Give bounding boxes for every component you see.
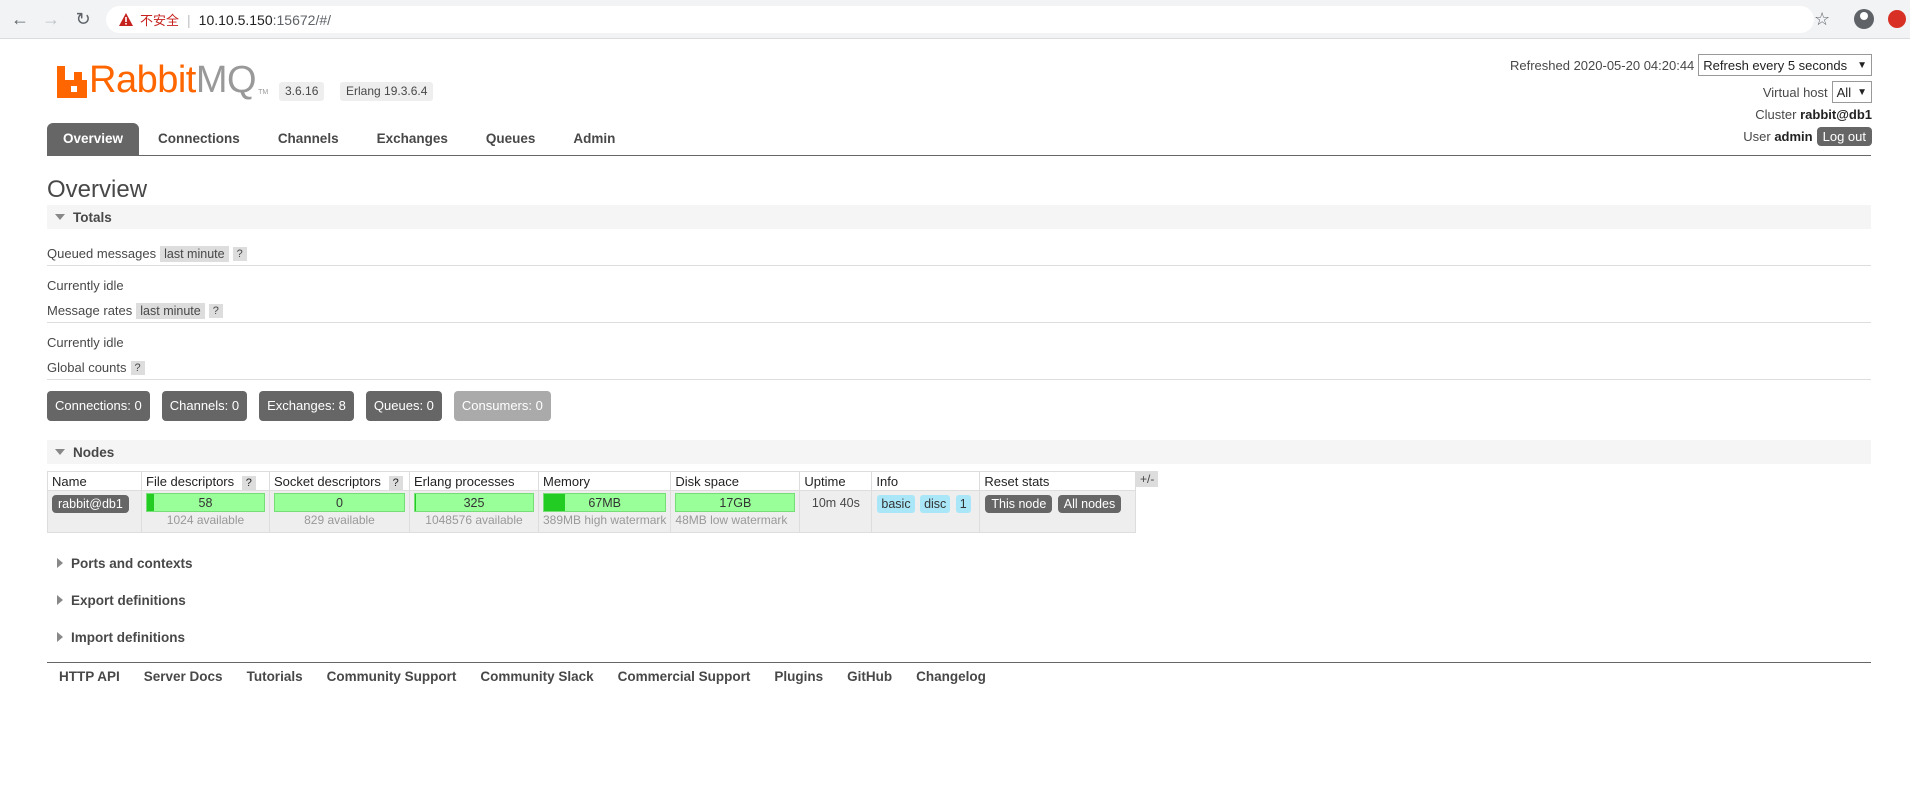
- back-arrow-icon[interactable]: ←: [9, 8, 31, 30]
- connections-count[interactable]: Connections: 0: [47, 391, 150, 421]
- cluster-name: rabbit@db1: [1800, 106, 1872, 122]
- col-socket-descriptors[interactable]: Socket descriptors ?: [269, 471, 410, 491]
- col-uptime[interactable]: Uptime: [799, 471, 873, 491]
- col-name[interactable]: Name: [47, 471, 142, 491]
- bookmark-star-icon[interactable]: ☆: [1814, 9, 1830, 30]
- message-rates-header: Message rates last minute ?: [47, 302, 1871, 323]
- memory-usage-bar: 67MB: [543, 493, 667, 512]
- version-badge: 3.6.16: [279, 82, 325, 101]
- help-button[interactable]: ?: [130, 360, 145, 375]
- rabbitmq-mark-icon: [57, 66, 87, 98]
- nodes-section-toggle[interactable]: Nodes: [47, 440, 1871, 464]
- col-memory[interactable]: Memory: [537, 471, 672, 491]
- virtual-host-select[interactable]: All ▼: [1831, 81, 1872, 103]
- disk-usage-bar: 17GB: [675, 493, 796, 512]
- forward-arrow-icon[interactable]: →: [40, 8, 62, 30]
- table-row: rabbit@db1 58 1024 available 0 829 avail…: [47, 490, 1137, 533]
- url-path: :15672/#/: [272, 11, 332, 28]
- queues-count[interactable]: Queues: 0: [365, 391, 442, 421]
- uptime-value: 10m 40s: [811, 496, 860, 510]
- footer-link-tutorials[interactable]: Tutorials: [235, 669, 315, 684]
- info-tag-disc[interactable]: disc: [920, 495, 951, 513]
- queued-status: Currently idle: [47, 277, 124, 293]
- col-file-descriptors[interactable]: File descriptors ?: [141, 471, 270, 491]
- footer-link-changelog[interactable]: Changelog: [904, 669, 998, 684]
- footer-links: HTTP API Server Docs Tutorials Community…: [47, 662, 1871, 684]
- footer-link-community-support[interactable]: Community Support: [315, 669, 469, 684]
- queued-messages-header: Queued messages last minute ?: [47, 245, 1871, 266]
- totals-section-toggle[interactable]: Totals: [47, 205, 1871, 229]
- tab-exchanges[interactable]: Exchanges: [358, 123, 467, 155]
- fd-usage-bar: 58: [146, 493, 265, 512]
- help-button[interactable]: ?: [208, 303, 223, 318]
- footer-link-server-docs[interactable]: Server Docs: [132, 669, 235, 684]
- warning-icon: [119, 12, 133, 26]
- node-name-link[interactable]: rabbit@db1: [52, 495, 129, 513]
- footer-link-http-api[interactable]: HTTP API: [47, 669, 132, 684]
- consumers-count[interactable]: Consumers: 0: [453, 391, 551, 421]
- help-button[interactable]: ?: [232, 246, 247, 261]
- extension-icon[interactable]: [1888, 10, 1906, 28]
- refresh-interval-select[interactable]: Refresh every 5 seconds ▼: [1698, 54, 1872, 76]
- reset-all-nodes-button[interactable]: All nodes: [1057, 495, 1122, 513]
- erlang-version-badge: Erlang 19.3.6.4: [340, 82, 434, 101]
- main-tabs: Overview Connections Channels Exchanges …: [47, 123, 1871, 156]
- channels-count[interactable]: Channels: 0: [161, 391, 248, 421]
- help-button[interactable]: ?: [388, 475, 403, 490]
- tab-connections[interactable]: Connections: [139, 123, 259, 155]
- col-info[interactable]: Info: [871, 471, 981, 491]
- refreshed-time: 2020-05-20 04:20:44: [1573, 57, 1695, 73]
- process-usage-bar: 325: [414, 493, 534, 512]
- collapsed-triangle-icon: [57, 558, 63, 568]
- global-counts: Connections: 0 Channels: 0 Exchanges: 8 …: [47, 391, 563, 421]
- reset-this-node-button[interactable]: This node: [985, 495, 1053, 513]
- tab-admin[interactable]: Admin: [554, 123, 634, 155]
- expand-triangle-icon: [55, 214, 65, 220]
- info-tag-count[interactable]: 1: [955, 495, 971, 513]
- footer-link-commercial-support[interactable]: Commercial Support: [606, 669, 763, 684]
- help-button[interactable]: ?: [241, 475, 256, 490]
- footer-link-plugins[interactable]: Plugins: [762, 669, 835, 684]
- account-icon[interactable]: [1854, 9, 1874, 29]
- browser-toolbar: ← → ↻ 不安全 | 10.10.5.150:15672/#/ ☆: [0, 0, 1910, 39]
- col-reset-stats: Reset stats: [979, 471, 1137, 491]
- rabbitmq-logo[interactable]: RabbitMQ TM: [57, 61, 268, 99]
- address-bar[interactable]: 不安全 | 10.10.5.150:15672/#/: [106, 6, 1814, 33]
- col-erlang-processes[interactable]: Erlang processes: [409, 471, 539, 491]
- socket-usage-bar: 0: [274, 493, 405, 512]
- nodes-table: Name File descriptors ? Socket descripto…: [47, 471, 1137, 533]
- rates-status: Currently idle: [47, 334, 124, 350]
- column-toggle-button[interactable]: +/-: [1136, 471, 1159, 487]
- reload-icon[interactable]: ↻: [72, 8, 94, 30]
- footer-link-community-slack[interactable]: Community Slack: [468, 669, 605, 684]
- import-definitions-toggle[interactable]: Import definitions: [47, 625, 447, 649]
- exchanges-count[interactable]: Exchanges: 8: [259, 391, 354, 421]
- collapsed-triangle-icon: [57, 632, 63, 642]
- queued-range-select[interactable]: last minute: [160, 245, 229, 262]
- collapsed-triangle-icon: [57, 595, 63, 605]
- footer-link-github[interactable]: GitHub: [835, 669, 904, 684]
- global-counts-header: Global counts ?: [47, 359, 1871, 380]
- expand-triangle-icon: [55, 449, 65, 455]
- insecure-label: 不安全: [140, 13, 180, 28]
- info-tag-basic[interactable]: basic: [877, 495, 915, 513]
- tab-channels[interactable]: Channels: [259, 123, 358, 155]
- url-host: 10.10.5.150: [198, 11, 273, 28]
- tab-overview[interactable]: Overview: [47, 123, 140, 155]
- rates-range-select[interactable]: last minute: [136, 302, 205, 319]
- ports-contexts-toggle[interactable]: Ports and contexts: [47, 551, 447, 575]
- page-title: Overview: [47, 176, 148, 203]
- export-definitions-toggle[interactable]: Export definitions: [47, 588, 447, 612]
- tab-queues[interactable]: Queues: [467, 123, 555, 155]
- col-disk-space[interactable]: Disk space: [670, 471, 801, 491]
